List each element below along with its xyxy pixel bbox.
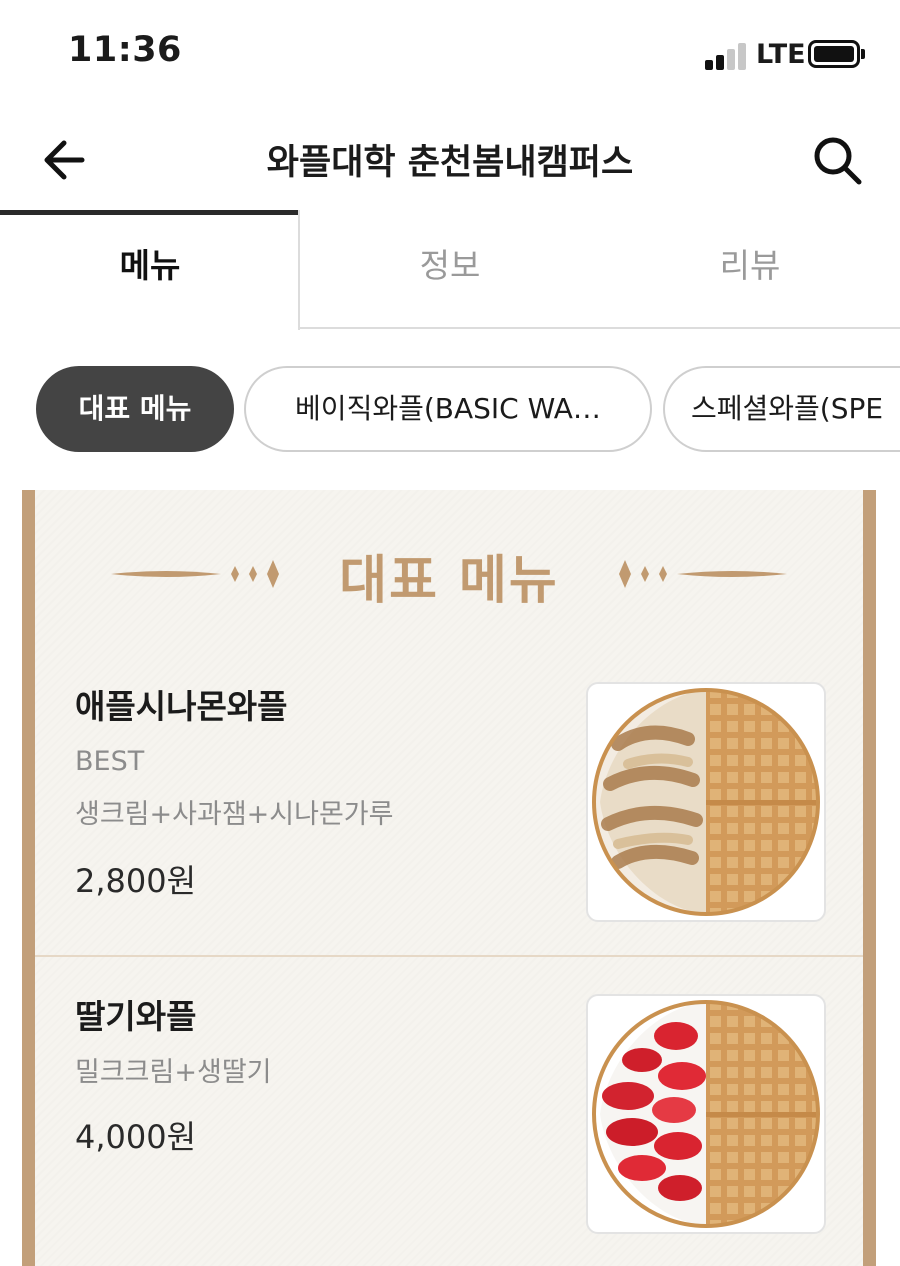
menu-item-photo (586, 682, 826, 922)
category-chips: 대표 메뉴 베이직와플(BASIC WA… 스페셜와플(SPE (0, 366, 900, 454)
menu-item-apple-cinnamon[interactable]: 애플시나몬와플 BEST 생크림+사과잼+시나몬가루 2,800원 (35, 650, 863, 956)
status-bar: 11:36 LTE (0, 0, 900, 110)
tab-bar: 메뉴 정보 리뷰 (0, 210, 900, 330)
cellular-signal-icon (705, 40, 749, 70)
apple-cinnamon-waffle-icon (592, 688, 820, 916)
search-button[interactable] (806, 130, 868, 190)
menu-item-photo (586, 994, 826, 1234)
section-header: 대표 메뉴 (35, 532, 863, 618)
ornament-right-icon (619, 560, 787, 588)
network-type: LTE (756, 39, 806, 70)
battery-tip (861, 49, 865, 59)
back-button[interactable] (36, 132, 96, 188)
tab-divider (298, 210, 300, 330)
tab-divider-bottom (298, 327, 900, 329)
menu-item-price: 2,800원 (75, 862, 197, 900)
strawberry-waffle-icon (592, 1000, 820, 1228)
menu-item-description: 생크림+사과잼+시나몬가루 (75, 799, 394, 830)
battery-icon (808, 40, 860, 68)
item-divider (35, 955, 863, 957)
arrow-left-icon (44, 140, 85, 180)
app-header: 와플대학 춘천봄내캠퍼스 (0, 110, 900, 210)
menu-item-strawberry[interactable]: 딸기와플 밀크크림+생딸기 4,000원 (35, 958, 863, 1266)
chip-basic-waffle[interactable]: 베이직와플(BASIC WA… (244, 366, 652, 452)
menu-item-price: 4,000원 (75, 1118, 197, 1156)
menu-section-card: 대표 메뉴 애플시나몬와플 BEST 생크림+사과잼+시나몬가루 2,800원 (22, 490, 876, 1266)
menu-item-name: 딸기와플 (75, 997, 197, 1036)
status-time: 11:36 (68, 30, 182, 70)
chip-special-waffle[interactable]: 스페셜와플(SPE (663, 366, 900, 452)
page-title: 와플대학 춘천봄내캠퍼스 (266, 143, 634, 183)
tab-menu[interactable]: 메뉴 (0, 210, 300, 330)
tab-info[interactable]: 정보 (300, 210, 600, 330)
tab-reviews[interactable]: 리뷰 (600, 210, 900, 330)
menu-item-badge: BEST (75, 746, 145, 777)
menu-item-description: 밀크크림+생딸기 (75, 1057, 272, 1088)
chip-signature-menu[interactable]: 대표 메뉴 (36, 366, 234, 452)
menu-item-name: 애플시나몬와플 (75, 687, 288, 726)
search-icon (814, 137, 862, 185)
